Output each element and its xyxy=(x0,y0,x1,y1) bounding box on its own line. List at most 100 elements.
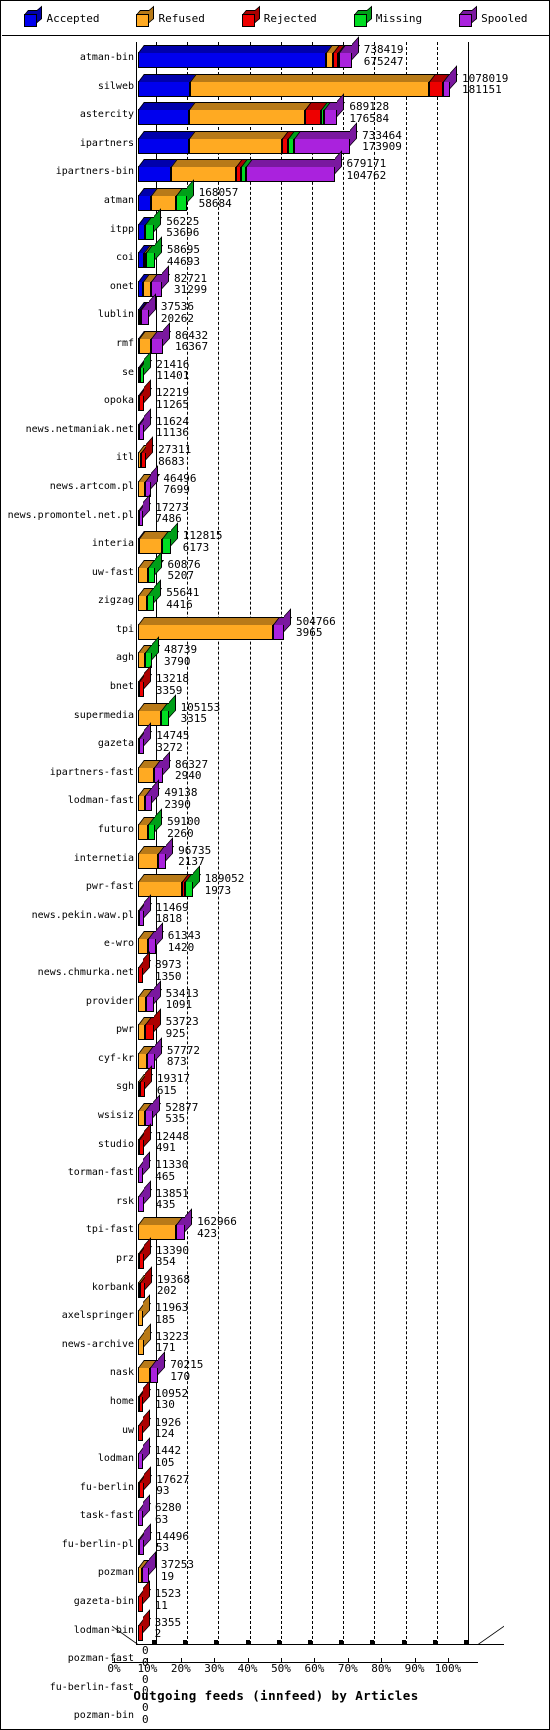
bar-secondary-value: 124 xyxy=(154,1427,175,1440)
bar-row: pwr 53723 925 xyxy=(2,1008,549,1043)
x-tick-label: 30% xyxy=(204,1662,225,1675)
x-tick-mark xyxy=(370,1640,375,1644)
bar-segment-refused xyxy=(138,1217,185,1241)
bar-segment-top xyxy=(294,130,359,139)
bar-value-labels: 17627 93 xyxy=(156,1474,189,1497)
category-label: korbank xyxy=(91,1281,134,1293)
bar-value-labels: 86432 16367 xyxy=(175,330,208,353)
bar-total-value: 53723 xyxy=(165,1015,199,1029)
bar-secondary-value: 185 xyxy=(155,1312,176,1326)
category-label: agh xyxy=(115,652,134,664)
bar-secondary-value: 11401 xyxy=(156,369,190,383)
bar-row: fu-berlin-pl 14496 53 xyxy=(2,1523,549,1558)
bar-secondary-value: 1973 xyxy=(204,883,232,897)
bar-rows: atman-bin 738419 675247 silweb 1078019 181151… xyxy=(2,36,549,1729)
x-tick-mark xyxy=(401,1640,406,1644)
bar-segment-missing xyxy=(161,702,177,726)
category-label: ipartners-fast xyxy=(49,766,134,778)
bar-segment-refused xyxy=(138,1017,154,1041)
bar-row: news.pekin.waw.pl 11469 1818 xyxy=(2,894,549,929)
category-label: bnet xyxy=(109,681,134,693)
bar-value-labels: 3355 2 xyxy=(155,1617,182,1640)
bar-secondary-value: 44693 xyxy=(166,254,200,268)
category-label: rmf xyxy=(115,337,134,349)
bar-row: prz 13390 354 xyxy=(2,1237,549,1272)
bar-row: sgh 19317 615 xyxy=(2,1065,549,1100)
bar-value-labels: 168057 58684 xyxy=(199,187,239,210)
bar-row: internetia 96735 2137 xyxy=(2,836,549,872)
bar-total-value: 1523 xyxy=(154,1587,182,1601)
bar-secondary-value: 423 xyxy=(197,1226,217,1240)
bar-segment-refused xyxy=(325,45,342,68)
x-tick-mark-front xyxy=(281,1658,282,1663)
bar-secondary-value: 53 xyxy=(155,1541,170,1555)
bar-secondary-value: 11 xyxy=(154,1598,168,1612)
category-label: prz xyxy=(115,1252,134,1264)
bar-row: zigzag 55641 4416 xyxy=(2,579,549,614)
bar-secondary-value: 354 xyxy=(155,1255,176,1269)
x-tick-mark-front xyxy=(147,1658,149,1663)
x-tick-mark xyxy=(432,1640,437,1644)
bar-total-value: 11330 xyxy=(155,1158,189,1172)
bar-row: atman 168057 58684 xyxy=(2,179,549,214)
bar-total-value: 59100 xyxy=(167,815,201,829)
category-label: torman-fast xyxy=(67,1167,134,1179)
bar-segment-refused xyxy=(138,759,162,783)
category-label: atman-bin xyxy=(79,52,134,63)
bar-row: news-archive 13223 171 xyxy=(2,1322,549,1358)
bar-value-labels: 679171 104762 xyxy=(347,158,387,181)
category-label: fu-berlin xyxy=(79,1481,134,1493)
bar-segment-refused xyxy=(138,845,167,869)
bar-row: uw 1926 124 xyxy=(2,1408,549,1444)
bar-segment-missing xyxy=(162,531,179,555)
bar-row: onet 82721 31299 xyxy=(2,264,549,300)
bar-secondary-value: 6173 xyxy=(182,540,210,554)
bar-value-labels: 56225 53696 xyxy=(166,216,199,239)
bar-value-labels: 21416 11401 xyxy=(156,359,189,382)
x-tick-mark xyxy=(183,1640,188,1644)
bar-segment-refused xyxy=(138,1045,155,1069)
bar-segment-spooled xyxy=(141,302,157,326)
bar-row: wsisiz 52877 535 xyxy=(2,1094,549,1129)
category-label: cyf-kr xyxy=(97,1052,134,1064)
category-label: provider xyxy=(85,995,134,1007)
bar-secondary-value: 7486 xyxy=(155,512,182,525)
bar-value-labels: 86327 2940 xyxy=(175,759,208,782)
bar-total-value: 58695 xyxy=(166,243,200,257)
bar-row: news.artcom.pl 46496 7699 xyxy=(2,465,549,500)
bar-segment-accepted xyxy=(138,73,199,97)
x-tick-mark-front xyxy=(347,1658,349,1663)
category-label: atman xyxy=(103,194,134,206)
bar-secondary-value: 31299 xyxy=(174,283,208,297)
x-tick-label: 100% xyxy=(434,1662,462,1675)
x-tick-mark xyxy=(464,1640,468,1644)
bar-secondary-value: 4416 xyxy=(166,597,193,611)
bar-value-labels: 1523 11 xyxy=(155,1588,182,1611)
chart-legend: Accepted Refused Rejected Missing Spooled xyxy=(2,2,549,36)
bar-total-value: 11963 xyxy=(155,1301,189,1315)
bar-segment-refused xyxy=(138,817,156,841)
cube-icon xyxy=(459,5,478,27)
bar-row: supermedia 105153 3315 xyxy=(2,693,549,729)
bar-segment-refused xyxy=(138,559,156,583)
bar-total-value: 8973 xyxy=(154,958,182,971)
bar-secondary-value: 181151 xyxy=(462,83,502,97)
bar-value-labels: 10952 130 xyxy=(155,1388,188,1411)
bar-segment-refused xyxy=(138,531,171,555)
bar-row: news.chmurka.net 8973 1350 xyxy=(2,951,549,986)
bar-row: lodman 1442 105 xyxy=(2,1437,549,1472)
x-tick-label: 60% xyxy=(304,1662,325,1675)
bar-secondary-value: 93 xyxy=(156,1484,170,1498)
category-label: news-archive xyxy=(61,1338,134,1350)
category-label: rsk xyxy=(115,1195,134,1207)
bar-value-labels: 82721 31299 xyxy=(174,273,207,296)
bar-value-labels: 12219 11265 xyxy=(156,387,189,410)
category-label: se xyxy=(121,366,134,378)
bar-row: e-wro 61343 1420 xyxy=(2,922,549,957)
bar-row: itl 27311 8683 xyxy=(2,436,549,471)
bar-value-labels: 27311 8683 xyxy=(158,444,191,467)
category-label: opoka xyxy=(103,395,134,407)
bar-row: tpi-fast 162966 423 xyxy=(2,1208,549,1243)
x-tick-mark-front xyxy=(448,1658,449,1663)
bar-segment-rejected xyxy=(145,1017,162,1041)
